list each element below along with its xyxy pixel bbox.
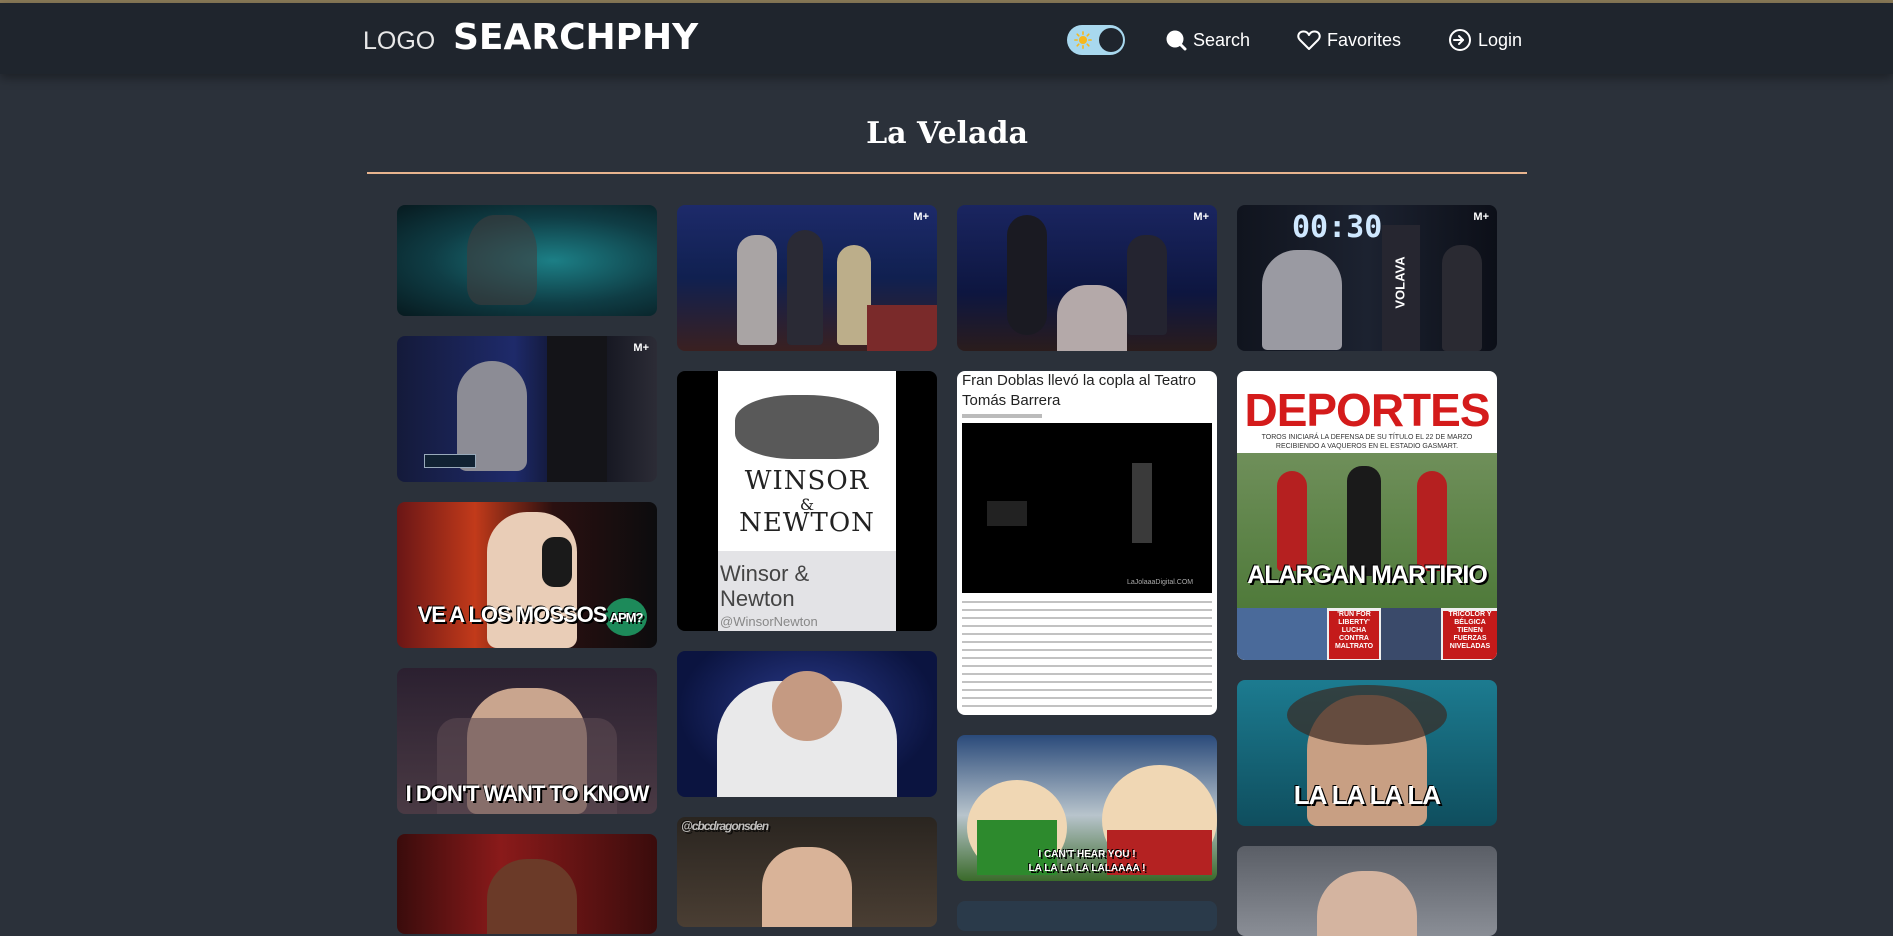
gif-vertical-text: VOLAVA xyxy=(1392,256,1408,309)
heart-icon xyxy=(1297,30,1321,50)
login-icon xyxy=(1449,29,1471,51)
gif-card[interactable]: M+ xyxy=(957,205,1217,351)
gif-card[interactable]: WINSOR & NEWTON Winsor & Newton @WinsorN… xyxy=(677,371,937,631)
gif-card[interactable] xyxy=(677,651,937,797)
nav-login-link[interactable]: Login xyxy=(1448,25,1522,55)
article-title: Fran Doblas llevó la copla al Teatro Tom… xyxy=(962,372,1197,409)
gif-caption: LA LA LA LA xyxy=(1293,780,1441,810)
gif-watermark: @cbcdragonsden xyxy=(681,819,769,833)
gif-card[interactable]: I DON'T WANT TO KNOW xyxy=(397,668,657,814)
gif-card[interactable] xyxy=(1237,846,1497,936)
nav-favorites-link[interactable]: Favorites xyxy=(1297,25,1401,55)
gif-card[interactable] xyxy=(957,901,1217,931)
gif-card[interactable]: M+ xyxy=(397,336,657,482)
gif-badge: M+ xyxy=(913,211,929,223)
logo-image[interactable]: LOGO xyxy=(363,27,435,56)
gif-caption: LA LA LA LA LALAAAA ! xyxy=(1028,863,1146,874)
search-icon xyxy=(1166,30,1187,51)
toggle-knob xyxy=(1099,28,1123,52)
newspaper-masthead: DEPORTES xyxy=(1244,384,1490,436)
theme-toggle[interactable] xyxy=(1067,25,1125,55)
gif-badge: M+ xyxy=(1193,211,1209,223)
article-photo-caption: LaJolaaaDigital.COM xyxy=(1127,579,1194,586)
gif-caption: I CAN'T HEAR YOU ! xyxy=(1038,849,1136,860)
gif-card[interactable]: Fran Doblas llevó la copla al Teatro Tom… xyxy=(957,371,1217,715)
brand-name[interactable]: SEARCHPHY xyxy=(453,17,698,58)
gif-card[interactable]: I CAN'T HEAR YOU ! LA LA LA LA LALAAAA ! xyxy=(957,735,1217,881)
gif-card[interactable]: 00:30 VOLAVA M+ xyxy=(1237,205,1497,351)
gif-card[interactable] xyxy=(397,834,657,934)
winsor-handle: @WinsorNewton xyxy=(720,614,818,629)
gif-badge: M+ xyxy=(1473,211,1489,223)
gif-caption: VE A LOS MOSSOS xyxy=(417,602,608,627)
newspaper-subhead: TOROS INICIARÁ LA DEFENSA DE SU TÍTULO E… xyxy=(1261,434,1473,450)
gif-card[interactable]: APM? VE A LOS MOSSOS xyxy=(397,502,657,648)
newspaper-headline: ALARGAN MARTIRIO xyxy=(1247,561,1488,589)
nav-login-label: Login xyxy=(1478,29,1523,50)
gif-timer: 00:30 xyxy=(1292,210,1383,245)
gif-caption: I DON'T WANT TO KNOW xyxy=(405,781,650,806)
newspaper-story: TRICOLOR Y BÉLGICA TIENEN FUERZAS NIVELA… xyxy=(1443,611,1497,659)
nav-search-label: Search xyxy=(1193,29,1251,50)
sun-icon xyxy=(1074,31,1092,49)
navbar: LOGO SEARCHPHY Search Favorites Login xyxy=(0,3,1893,74)
nav-favorites-label: Favorites xyxy=(1327,29,1402,50)
gif-card[interactable]: M+ xyxy=(677,205,937,351)
gif-card[interactable]: LA LA LA LA xyxy=(1237,680,1497,826)
winsor-name: Winsor & Newton xyxy=(720,561,810,611)
nav-search-link[interactable]: Search xyxy=(1165,25,1250,55)
gif-card[interactable] xyxy=(397,205,657,316)
winsor-logo-line1: WINSOR xyxy=(744,466,870,496)
gif-card[interactable]: DEPORTES TOROS INICIARÁ LA DEFENSA DE SU… xyxy=(1237,371,1497,660)
page-title: La Velada xyxy=(866,116,1028,151)
winsor-logo-line2: NEWTON xyxy=(739,508,875,538)
title-divider xyxy=(367,172,1527,174)
newspaper-story: 'RUN FOR LIBERTY' LUCHA CONTRA MALTRATO xyxy=(1329,611,1379,659)
gif-badge: M+ xyxy=(633,342,649,354)
